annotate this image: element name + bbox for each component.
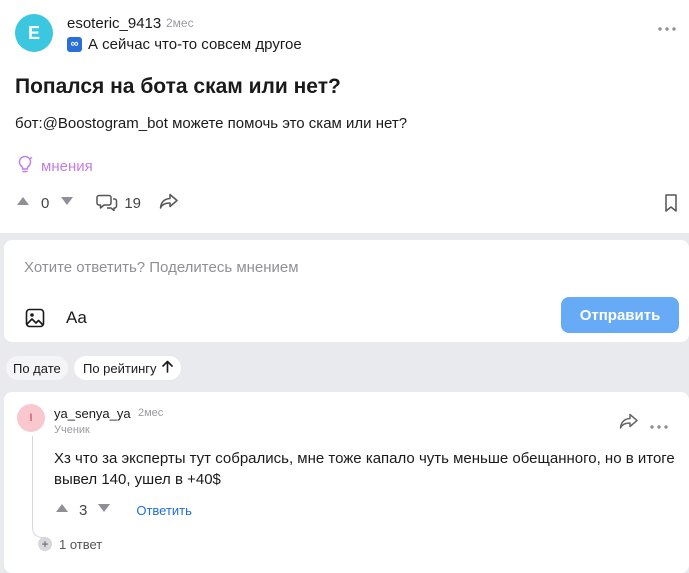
- author-name[interactable]: esoteric_9413: [67, 15, 161, 32]
- comment-upvote-icon[interactable]: [54, 501, 70, 519]
- author-avatar[interactable]: E: [15, 14, 53, 52]
- comment-text: Хз что за эксперты тут собрались, мне то…: [54, 450, 675, 488]
- comment-more-icon[interactable]: [650, 416, 670, 429]
- comments-icon[interactable]: [96, 191, 118, 216]
- comment-downvote-icon[interactable]: [96, 501, 112, 519]
- opinions-button[interactable]: мнения: [15, 154, 93, 179]
- comment-actions: 3 Ответить: [54, 500, 192, 520]
- bookmark-icon[interactable]: [662, 193, 680, 213]
- post-time: 2мес: [166, 16, 194, 30]
- text-format-button[interactable]: Aa: [66, 308, 87, 328]
- comment-author-name[interactable]: ya_senya_ya: [54, 406, 131, 421]
- comment-author-avatar[interactable]: I: [17, 404, 45, 432]
- sort-by-rating-label: По рейтингу: [83, 360, 157, 376]
- comment-card: I ya_senya_ya 2мес Ученик Хз что за эксп…: [4, 392, 689, 573]
- opinions-label: мнения: [41, 158, 93, 175]
- expand-replies-icon[interactable]: +: [38, 537, 52, 551]
- vote-count: 0: [41, 194, 50, 212]
- comment-reply-link[interactable]: Ответить: [136, 503, 192, 518]
- sort-by-date-button[interactable]: По дате: [6, 356, 68, 380]
- sort-by-rating-button[interactable]: По рейтингу: [74, 356, 181, 380]
- share-icon[interactable]: [159, 192, 179, 215]
- reply-input[interactable]: Хотите ответить? Поделитесь мнением: [24, 259, 299, 276]
- upvote-icon[interactable]: [15, 194, 31, 212]
- comment-vote-count: 3: [79, 501, 88, 519]
- send-button[interactable]: Отправить: [561, 297, 679, 333]
- comment-share-icon[interactable]: [619, 413, 639, 429]
- lightbulb-icon: [15, 154, 35, 179]
- arrow-up-icon: [161, 360, 173, 376]
- comment-time: 2мес: [138, 407, 164, 419]
- more-options-icon[interactable]: [656, 22, 678, 36]
- reply-box: Хотите ответить? Поделитесь мнением Aa О…: [4, 240, 689, 342]
- category-icon: ∞: [67, 37, 82, 52]
- post-card: E esoteric_9413 2мес ∞ А сейчас что-то с…: [0, 0, 689, 233]
- post-actions: 0 19: [15, 192, 179, 214]
- comment-count: 19: [124, 194, 142, 212]
- image-icon[interactable]: [25, 308, 45, 328]
- replies-count-link[interactable]: 1 ответ: [59, 537, 102, 552]
- post-body: бот:@Boostogram_bot можете помочь это ск…: [15, 115, 408, 132]
- category-link[interactable]: А сейчас что-то совсем другое: [88, 36, 302, 53]
- downvote-icon[interactable]: [59, 194, 75, 212]
- comment-author-role: Ученик: [54, 424, 90, 436]
- post-title: Попался на бота скам или нет?: [15, 75, 341, 98]
- thread-line: [32, 436, 44, 538]
